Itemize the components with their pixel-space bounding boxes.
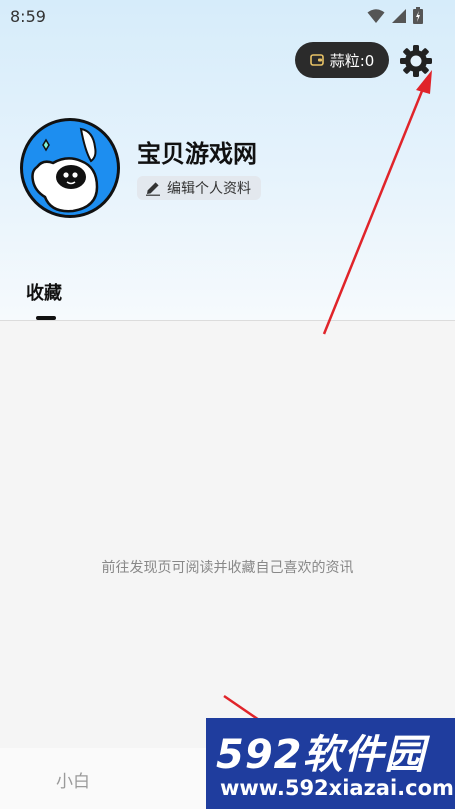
profile-name: 宝贝游戏网 <box>137 140 257 168</box>
bottom-nav-item-xiaobai[interactable]: 小白 <box>56 767 90 792</box>
avatar[interactable] <box>20 118 120 218</box>
signal-icon <box>392 8 406 23</box>
pencil-icon <box>146 182 160 196</box>
gear-icon[interactable] <box>399 44 433 78</box>
coin-balance-label: 蒜粒:0 <box>329 51 375 70</box>
watermark-title: 592软件园 <box>216 732 426 778</box>
coin-balance-button[interactable]: 蒜粒:0 <box>295 42 389 78</box>
battery-icon <box>413 7 423 24</box>
watermark-url: www.592xiazai.com <box>220 776 454 800</box>
watermark: 592软件园 www.592xiazai.com <box>206 718 455 809</box>
tab-favorites[interactable]: 收藏 <box>26 279 62 305</box>
tab-divider <box>0 320 455 321</box>
wifi-icon <box>367 8 385 23</box>
empty-state-message: 前往发现页可阅读并收藏自己喜欢的资讯 <box>101 560 354 576</box>
edit-profile-label: 编辑个人资料 <box>167 181 251 197</box>
status-bar: 8:59 <box>0 0 455 34</box>
wallet-icon <box>309 54 324 66</box>
edit-profile-button[interactable]: 编辑个人资料 <box>137 176 261 200</box>
bunny-mascot-icon <box>31 127 99 213</box>
status-time: 8:59 <box>10 7 46 26</box>
